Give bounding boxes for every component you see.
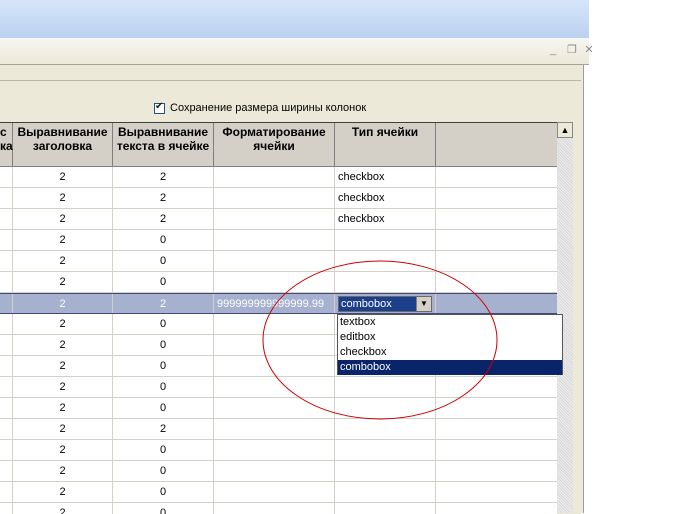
red-annotation-ellipse bbox=[262, 260, 498, 420]
